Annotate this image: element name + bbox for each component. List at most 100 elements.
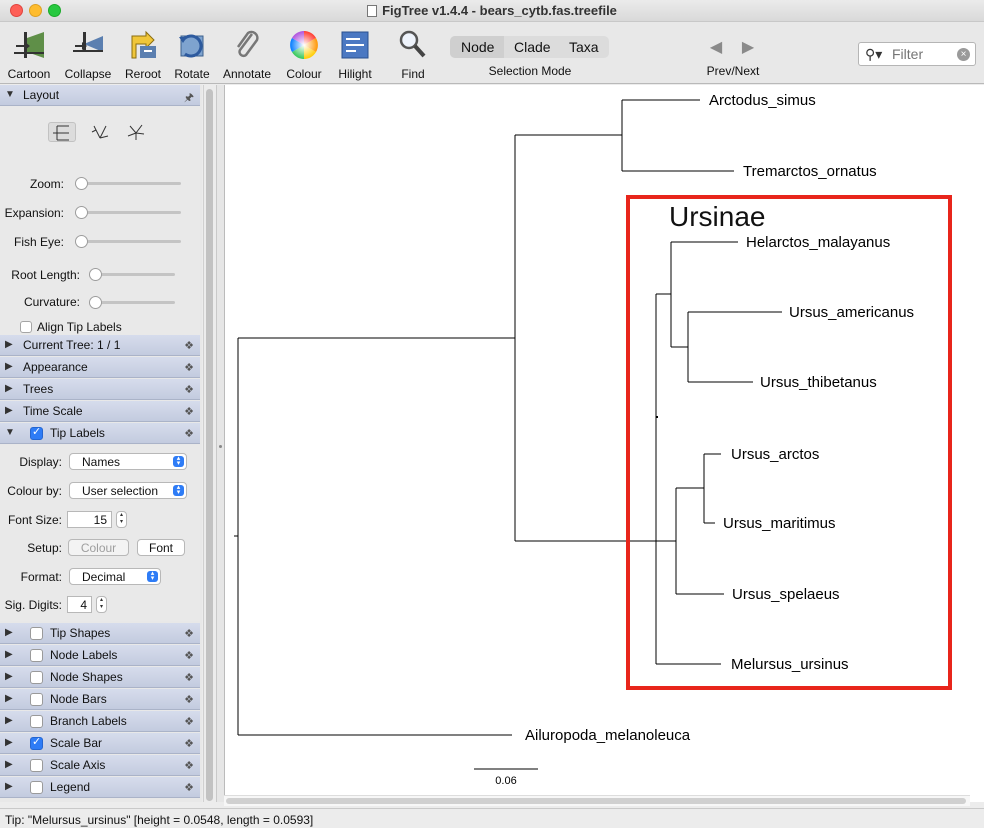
align-tip-labels-option[interactable]: Align Tip Labels (20, 320, 122, 334)
zoom-slider[interactable] (75, 177, 181, 190)
branch-labels-checkbox[interactable] (30, 715, 43, 728)
section-scale-bar[interactable]: ▶ Scale Bar ❖ (0, 733, 200, 754)
font-setup-button[interactable]: Font (137, 539, 185, 556)
tip-shapes-checkbox[interactable] (30, 627, 43, 640)
section-node-bars[interactable]: ▶ Node Bars ❖ (0, 689, 200, 710)
tip-label[interactable]: Ursus_thibetanus (760, 374, 877, 391)
zoom-slider-knob[interactable] (75, 177, 88, 190)
tip-label[interactable]: Arctodus_simus (709, 92, 816, 109)
section-time-scale[interactable]: ▶ Time Scale ❖ (0, 401, 200, 422)
section-branch-labels[interactable]: ▶ Branch Labels ❖ (0, 711, 200, 732)
fisheye-slider[interactable] (75, 235, 181, 248)
expansion-slider-knob[interactable] (75, 206, 88, 219)
pin-icon[interactable]: ❖ (184, 339, 194, 352)
pin-icon[interactable]: ❖ (184, 383, 194, 396)
tip-labels-checkbox[interactable] (30, 425, 43, 440)
pin-icon[interactable]: ❖ (184, 715, 194, 728)
font-size-field[interactable]: 15 (67, 511, 112, 528)
section-current-tree[interactable]: ▶ Current Tree: 1 / 1 ❖ (0, 335, 200, 356)
node-labels-checkbox[interactable] (30, 649, 43, 662)
radial-layout-icon[interactable] (122, 122, 150, 142)
clear-filter-icon[interactable]: × (957, 48, 970, 61)
disclosure-expanded-icon: ▼ (5, 427, 15, 438)
rectangular-layout-icon[interactable] (48, 122, 76, 142)
pin-icon[interactable]: ❖ (184, 759, 194, 772)
filter-field[interactable]: ⚲▾ × (858, 42, 976, 66)
tip-label[interactable]: Ursus_americanus (789, 304, 914, 321)
align-tip-labels-checkbox[interactable] (20, 321, 32, 333)
format-value: Decimal (82, 570, 126, 584)
canvas-scrollbar-thumb[interactable] (226, 798, 966, 804)
section-trees[interactable]: ▶ Trees ❖ (0, 379, 200, 400)
format-select[interactable]: Decimal ▴ ▾ (69, 568, 161, 585)
tip-label[interactable]: Melursus_ursinus (731, 656, 849, 673)
pin-icon[interactable]: ❖ (184, 693, 194, 706)
node-bars-checkbox[interactable] (30, 693, 43, 706)
tip-label[interactable]: Tremarctos_ornatus (743, 163, 877, 180)
display-select[interactable]: Names ▴ ▾ (69, 453, 187, 470)
find-button[interactable]: Find (385, 28, 441, 81)
ursinae-annotation-label: Ursinae (669, 201, 765, 232)
root-length-slider-knob[interactable] (89, 268, 102, 281)
section-appearance[interactable]: ▶ Appearance ❖ (0, 357, 200, 378)
tip-label[interactable]: Ursus_arctos (731, 446, 819, 463)
pin-icon[interactable]: ❖ (184, 627, 194, 640)
section-layout[interactable]: ▼ Layout 🖈 (0, 85, 200, 106)
tip-label[interactable]: Ailuropoda_melanoleuca (525, 727, 691, 744)
curvature-slider[interactable] (89, 296, 175, 309)
pin-icon[interactable]: ❖ (184, 649, 194, 662)
rotate-button[interactable]: Rotate (164, 28, 220, 81)
annotate-button[interactable]: Annotate (219, 28, 275, 81)
hilight-button[interactable]: Hilight (327, 28, 383, 81)
expansion-slider[interactable] (75, 206, 181, 219)
pin-icon[interactable]: ❖ (184, 781, 194, 794)
pin-icon[interactable]: ❖ (184, 361, 194, 374)
collapse-button[interactable]: Collapse (60, 28, 116, 81)
prev-arrow-icon[interactable]: ◀ (702, 37, 730, 57)
colour-setup-button[interactable]: Colour (68, 539, 129, 556)
font-size-stepper[interactable]: ▴ ▾ (116, 511, 127, 528)
pin-icon[interactable]: ❖ (184, 427, 194, 440)
cartoon-button[interactable]: Cartoon (1, 28, 57, 81)
paperclip-icon (236, 30, 259, 58)
color-wheel-icon (290, 31, 318, 59)
selection-mode-taxa[interactable]: Taxa (569, 39, 599, 55)
section-tip-shapes[interactable]: ▶ Tip Shapes ❖ (0, 623, 200, 644)
selection-mode-clade[interactable]: Clade (514, 39, 551, 55)
scale-axis-checkbox[interactable] (30, 759, 43, 772)
scale-bar-checkbox[interactable] (30, 735, 43, 750)
chevron-updown-icon: ▴ ▾ (147, 570, 158, 582)
next-arrow-icon[interactable]: ▶ (734, 37, 762, 57)
sidebar-scrollbar-thumb[interactable] (206, 89, 213, 801)
sig-digits-stepper[interactable]: ▴ ▾ (96, 596, 107, 613)
disclosure-collapsed-icon: ▶ (5, 715, 13, 726)
pin-icon[interactable]: ❖ (184, 671, 194, 684)
tip-label[interactable]: Ursus_spelaeus (732, 586, 840, 603)
colour-button[interactable]: Colour (276, 28, 332, 81)
section-tip-labels[interactable]: ▼ Tip Labels ❖ (0, 423, 200, 444)
polar-layout-icon[interactable] (86, 122, 114, 142)
tip-label[interactable]: Helarctos_malayanus (746, 234, 890, 251)
pin-icon[interactable]: ❖ (184, 737, 194, 750)
tree-canvas[interactable]: Arctodus_simus Tremarctos_ornatus Helarc… (224, 85, 984, 802)
section-node-shapes[interactable]: ▶ Node Shapes ❖ (0, 667, 200, 688)
sidebar-scrollbar[interactable] (203, 85, 215, 802)
sig-digits-field[interactable]: 4 (67, 596, 92, 613)
reroot-button[interactable]: Reroot (115, 28, 171, 81)
section-node-labels[interactable]: ▶ Node Labels ❖ (0, 645, 200, 666)
split-pane-divider[interactable] (216, 85, 224, 802)
tip-label[interactable]: Ursus_maritimus (723, 515, 836, 532)
disclosure-collapsed-icon: ▶ (5, 361, 13, 372)
section-scale-axis[interactable]: ▶ Scale Axis ❖ (0, 755, 200, 776)
legend-checkbox[interactable] (30, 781, 43, 794)
node-shapes-checkbox[interactable] (30, 671, 43, 684)
pin-icon[interactable]: ❖ (184, 405, 194, 418)
colour-by-select[interactable]: User selection ▴ ▾ (69, 482, 187, 499)
canvas-horizontal-scrollbar[interactable] (224, 795, 970, 806)
root-length-slider[interactable] (89, 268, 175, 281)
section-legend[interactable]: ▶ Legend ❖ (0, 777, 200, 798)
curvature-slider-knob[interactable] (89, 296, 102, 309)
filter-input[interactable] (892, 46, 952, 62)
fisheye-slider-knob[interactable] (75, 235, 88, 248)
selection-mode-node[interactable]: Node (450, 36, 504, 58)
